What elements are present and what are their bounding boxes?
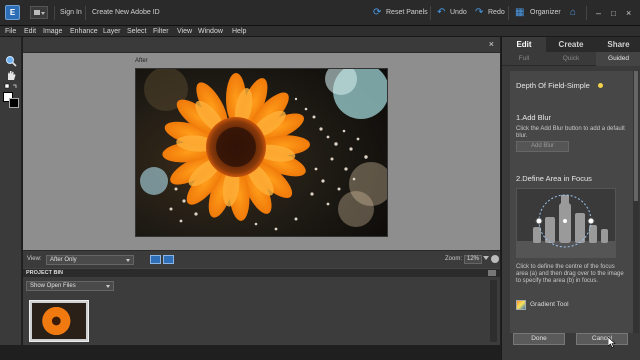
home-icon[interactable]: ⌂ (570, 7, 576, 18)
edit-panel: Edit Create Share Full Quick Guided Dept… (501, 37, 640, 360)
add-blur-button[interactable]: Add Blur (516, 141, 569, 152)
project-bin-header: PROJECT BIN (23, 268, 500, 277)
divider (85, 6, 86, 20)
view-layout-icon[interactable] (150, 255, 161, 264)
tab-full[interactable]: Full (502, 52, 546, 66)
step2-title: 2.Define Area in Focus (516, 174, 592, 183)
sunflower-photo[interactable] (135, 68, 388, 237)
menu-file[interactable]: File (5, 26, 16, 37)
bin-options-icon[interactable] (488, 270, 496, 276)
app-logo-icon: E (5, 5, 20, 20)
close-window-icon[interactable]: × (626, 8, 631, 19)
menu-enhance[interactable]: Enhance (70, 26, 98, 37)
maximize-icon[interactable]: □ (611, 8, 616, 19)
undo-icon[interactable]: ↶ (437, 7, 445, 18)
tab-share[interactable]: Share (596, 37, 640, 52)
project-bin-title: PROJECT BIN (26, 270, 63, 276)
thumbnail-image (32, 303, 86, 339)
project-bin: Show Open Files (23, 277, 500, 345)
reset-panels-icon[interactable]: ⟳ (373, 7, 381, 18)
zoom-field[interactable]: 12% (464, 255, 482, 264)
edit-sub-tabs: Full Quick Guided (502, 52, 640, 66)
step1-description: Click the Add Blur button to add a defau… (516, 126, 625, 139)
undo-button[interactable]: Undo (450, 9, 467, 16)
gradient-tool-button[interactable]: Gradient Tool (516, 299, 596, 311)
tab-edit[interactable]: Edit (502, 37, 546, 52)
zoom-label: Zoom: (445, 256, 463, 262)
redo-button[interactable]: Redo (488, 9, 505, 16)
divider (508, 6, 509, 20)
bin-scrollbar[interactable] (490, 280, 497, 342)
cancel-button[interactable]: Cancel (576, 333, 628, 345)
menu-edit[interactable]: Edit (24, 26, 36, 37)
view-mode-select[interactable]: After Only (46, 255, 134, 265)
view-bar: View: After Only Zoom: 12% (23, 250, 500, 268)
step1-title: 1.Add Blur (516, 113, 552, 122)
guide-title: Depth Of Field-Simple (516, 81, 590, 90)
mode-tabs: Edit Create Share (502, 37, 640, 52)
close-document-icon[interactable]: × (489, 39, 494, 49)
create-adobe-id-link[interactable]: Create New Adobe ID (92, 9, 160, 16)
minimize-icon[interactable]: – (596, 8, 601, 19)
panel-scrollbar[interactable] (633, 71, 639, 333)
menu-select[interactable]: Select (127, 26, 146, 37)
hand-tool-icon[interactable] (4, 69, 18, 81)
divider (430, 6, 431, 20)
lightbulb-tip-icon[interactable] (598, 83, 603, 88)
organizer-icon[interactable]: ▦ (515, 7, 524, 18)
application-bar: E Sign In Create New Adobe ID ⟳ Reset Pa… (0, 0, 640, 26)
document-tab-bar: × (23, 37, 500, 53)
done-button[interactable]: Done (513, 333, 565, 345)
menu-image[interactable]: Image (43, 26, 62, 37)
background-color-swatch[interactable] (9, 98, 19, 108)
menu-help[interactable]: Help (232, 26, 246, 37)
menu-bar: File Edit Image Enhance Layer Select Fil… (0, 26, 640, 37)
zoom-tool-icon[interactable] (4, 55, 18, 67)
menu-view[interactable]: View (177, 26, 192, 37)
menu-layer[interactable]: Layer (103, 26, 121, 37)
view-label: View: (27, 256, 42, 262)
sunflower-image (136, 69, 387, 236)
guided-edit-content: Depth Of Field-Simple 1.Add Blur Click t… (510, 71, 633, 333)
workspace-menu-button[interactable] (30, 6, 48, 19)
focus-area-illustration (516, 188, 616, 258)
reset-panels-button[interactable]: Reset Panels (386, 9, 428, 16)
panel-scrollbar-thumb[interactable] (634, 71, 638, 201)
sign-in-link[interactable]: Sign In (60, 9, 82, 16)
after-label: After (135, 58, 148, 64)
mouse-cursor-icon (608, 337, 616, 348)
toolbox (0, 37, 22, 360)
step2-description: Click to define the centre of the focus … (516, 264, 624, 284)
divider (586, 6, 587, 20)
gradient-tool-label: Gradient Tool (530, 301, 569, 308)
organizer-button[interactable]: Organizer (530, 9, 561, 16)
view-sync-icon[interactable] (163, 255, 174, 264)
divider (54, 6, 55, 20)
zoom-slider-handle[interactable] (491, 255, 499, 263)
tab-create[interactable]: Create (548, 37, 594, 52)
bin-filter-select[interactable]: Show Open Files (26, 281, 114, 291)
tab-quick[interactable]: Quick (548, 52, 594, 66)
menu-window[interactable]: Window (198, 26, 223, 37)
chess-pieces-image (517, 189, 615, 257)
zoom-dropdown-icon[interactable] (483, 256, 489, 260)
menu-filter[interactable]: Filter (153, 26, 169, 37)
redo-icon[interactable]: ↷ (475, 7, 483, 18)
tab-guided[interactable]: Guided (596, 52, 640, 66)
bin-thumbnail[interactable] (29, 300, 89, 342)
gradient-tool-icon (516, 300, 526, 310)
